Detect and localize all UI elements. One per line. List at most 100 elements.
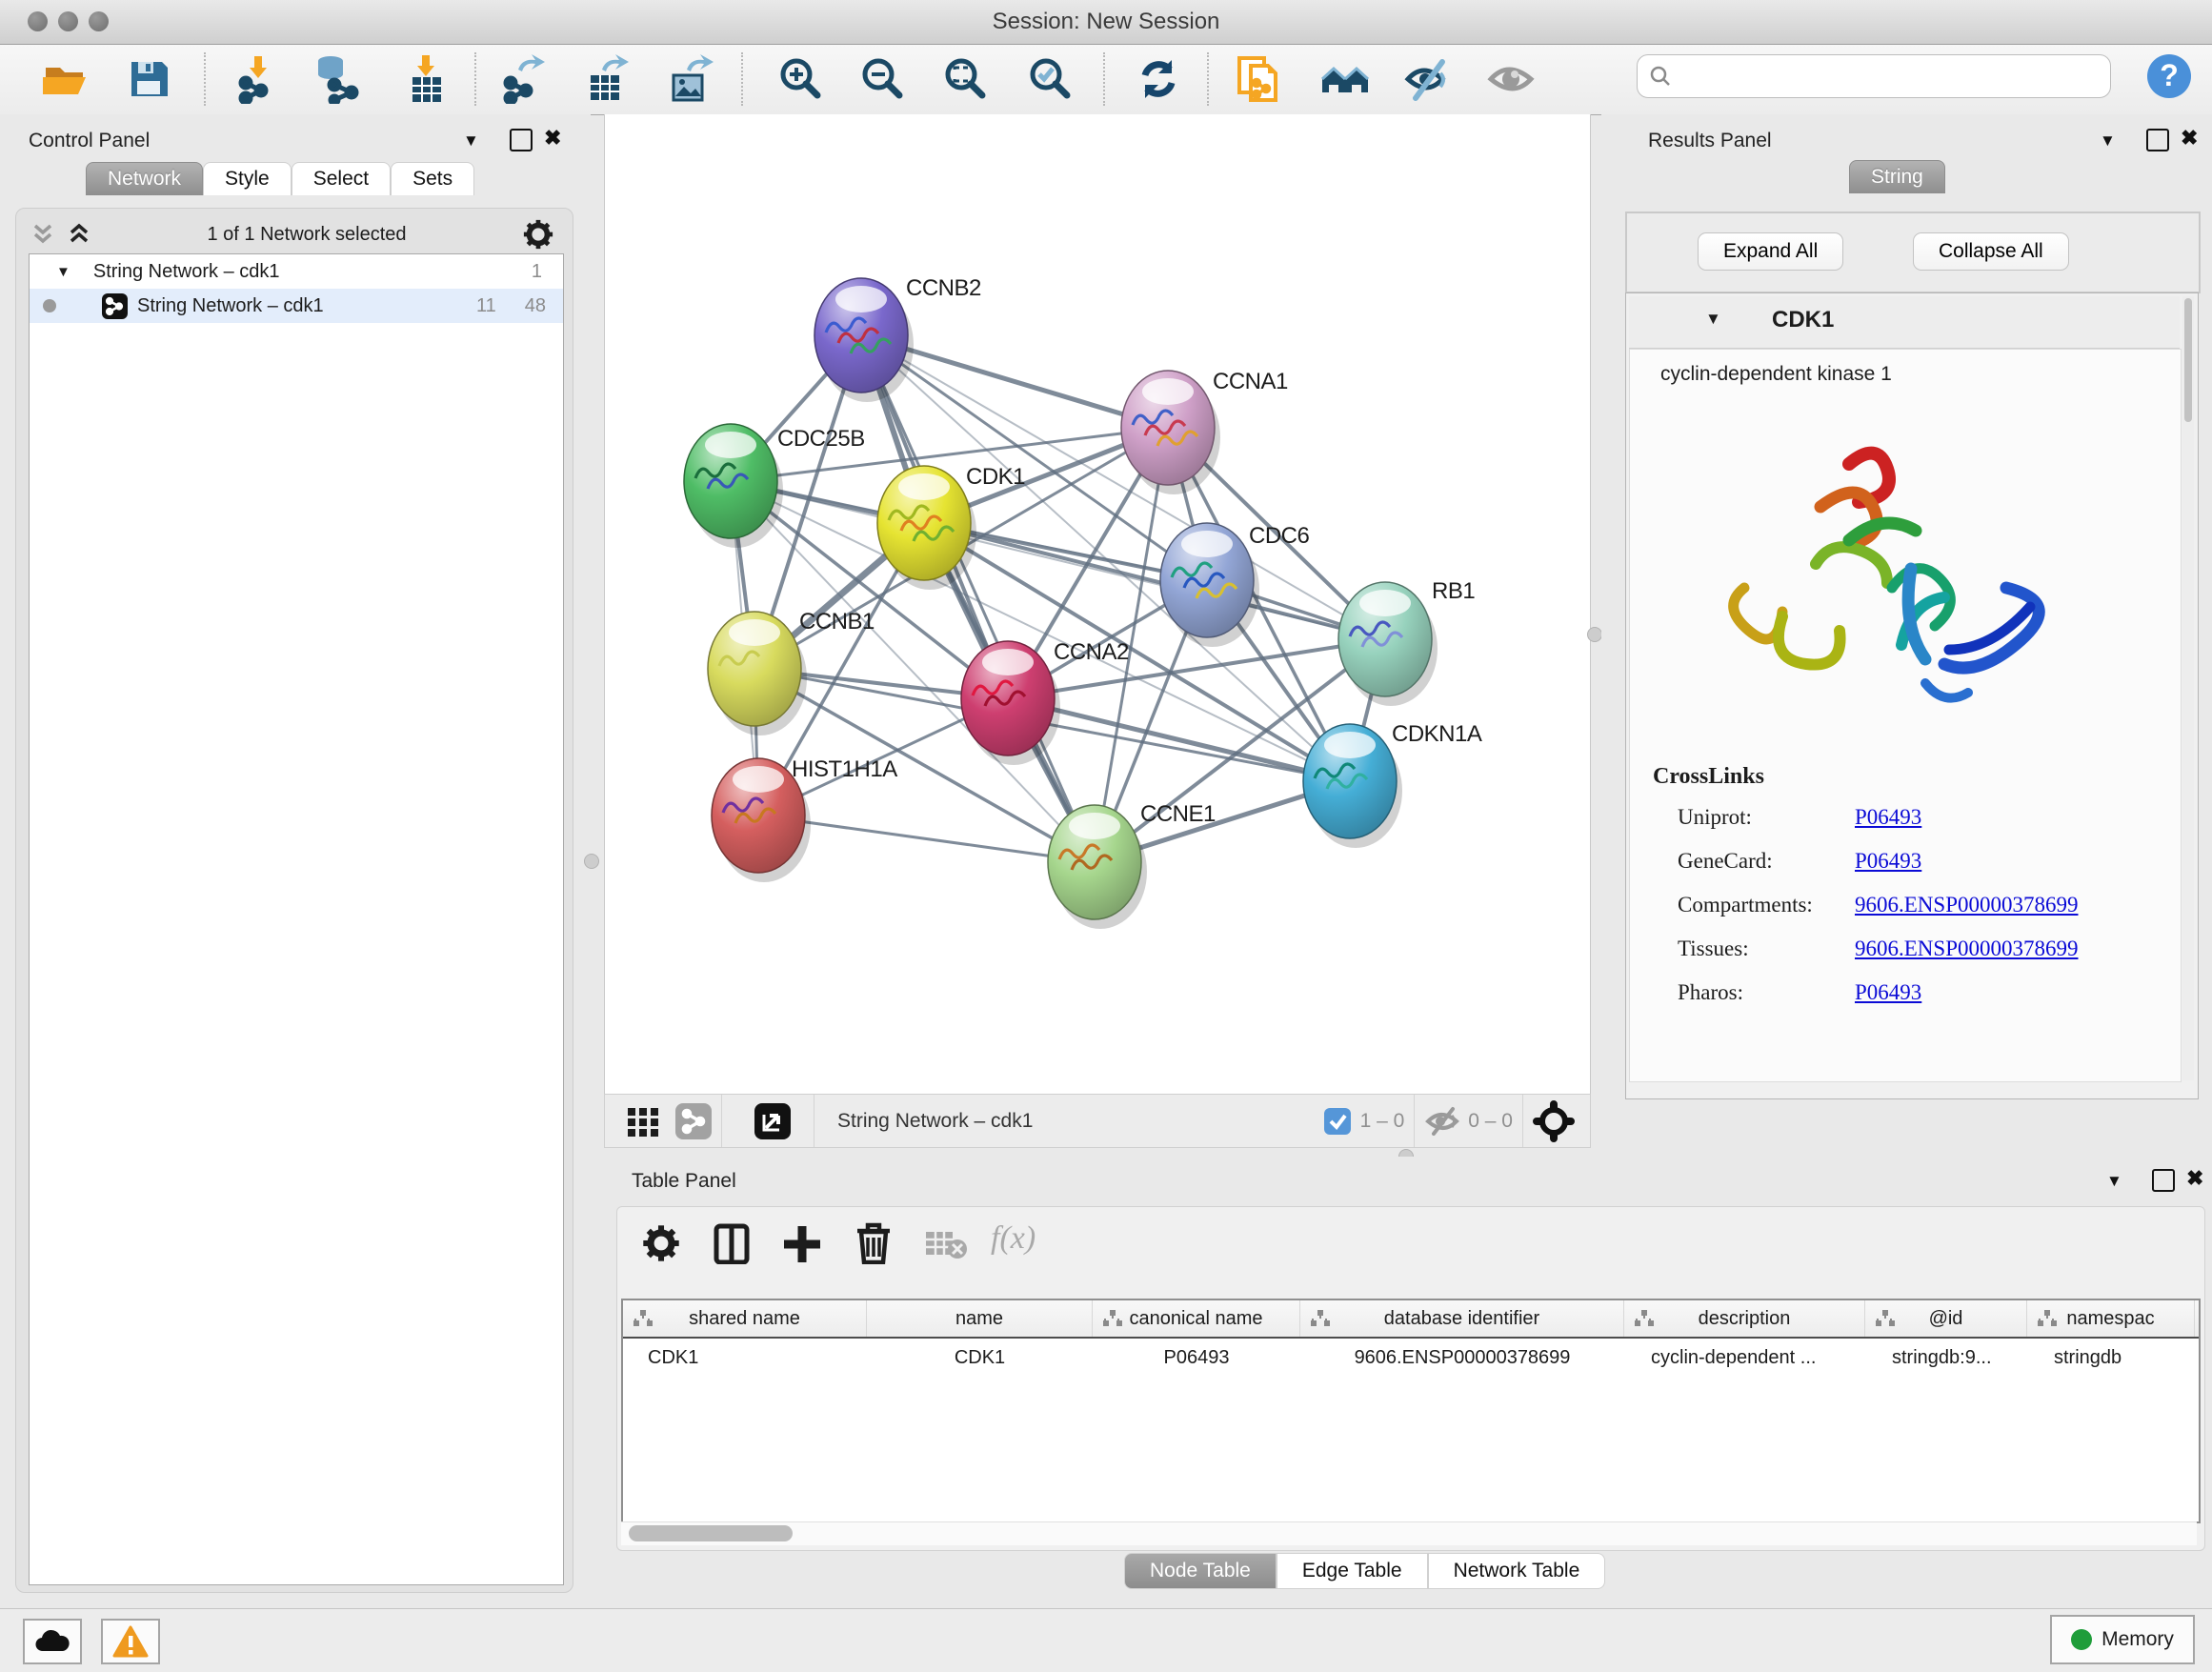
add-column-icon[interactable]: [781, 1222, 823, 1264]
crosslink-link[interactable]: P06493: [1855, 849, 1921, 874]
zoom-out-icon[interactable]: [858, 54, 908, 104]
network-share-view-icon[interactable]: [675, 1103, 712, 1139]
column-header-canonical-name[interactable]: canonical name: [1093, 1300, 1300, 1337]
node-table[interactable]: shared namenamecanonical namedatabase id…: [621, 1299, 2201, 1523]
open-in-browser-icon[interactable]: [754, 1103, 791, 1139]
tab-sets[interactable]: Sets: [391, 162, 474, 195]
help-button[interactable]: ?: [2145, 52, 2193, 100]
export-network-icon[interactable]: [501, 54, 551, 104]
node-HIST1H1A[interactable]: HIST1H1A: [712, 756, 897, 882]
node-CDC25B[interactable]: CDC25B: [684, 424, 865, 548]
edge-CCNB2-CCNE1[interactable]: [861, 335, 1095, 862]
results-scrollbar[interactable]: [2182, 296, 2194, 1080]
network-options-gear-icon[interactable]: [522, 218, 554, 251]
zoom-selected-icon[interactable]: [1026, 54, 1076, 104]
fit-selected-crosshair-icon[interactable]: [1533, 1100, 1575, 1142]
tab-style[interactable]: Style: [203, 162, 292, 195]
zoom-fit-icon[interactable]: [941, 54, 991, 104]
crosslink-link[interactable]: 9606.ENSP00000378699: [1855, 893, 2079, 917]
node-label-CCNB2: CCNB2: [906, 275, 981, 301]
control-panel-collapse-icon[interactable]: ▼: [463, 131, 479, 151]
control-panel-float-icon[interactable]: [510, 129, 533, 151]
table-gear-icon[interactable]: [640, 1222, 682, 1264]
collapse-all-button[interactable]: Collapse All: [1913, 232, 2069, 271]
select-columns-icon[interactable]: [711, 1222, 753, 1264]
node-RB1[interactable]: RB1: [1338, 578, 1475, 706]
column-header-database-identifier[interactable]: database identifier: [1300, 1300, 1624, 1337]
crosslink-link[interactable]: 9606.ENSP00000378699: [1855, 937, 2079, 961]
results-panel-collapse-icon[interactable]: ▼: [2100, 131, 2116, 151]
hidden-eye-icon[interactable]: [1424, 1106, 1460, 1137]
left-splitter-handle[interactable]: [584, 854, 599, 869]
network-tree-root-row[interactable]: ▼ String Network – cdk1 1: [30, 254, 563, 289]
results-panel-close-icon[interactable]: ✖: [2181, 129, 2198, 148]
hide-selected-icon[interactable]: [1404, 54, 1454, 104]
save-session-icon[interactable]: [125, 54, 174, 104]
node-CDKN1A[interactable]: CDKN1A: [1303, 721, 1482, 848]
tab-network-table[interactable]: Network Table: [1428, 1553, 1606, 1589]
birdseye-view-icon[interactable]: [626, 1104, 660, 1138]
node-CCNB2[interactable]: CCNB2: [814, 275, 981, 402]
crosslink-link[interactable]: P06493: [1855, 805, 1921, 830]
expand-all-button[interactable]: Expand All: [1698, 232, 1843, 271]
network-tree-child-row[interactable]: String Network – cdk1 11 48: [30, 289, 563, 323]
column-header-description[interactable]: description: [1624, 1300, 1865, 1337]
toolbar-separator: [204, 52, 206, 106]
show-all-icon[interactable]: [1487, 54, 1537, 104]
column-header--id[interactable]: @id: [1865, 1300, 2027, 1337]
tab-network[interactable]: Network: [86, 162, 203, 195]
cloud-button[interactable]: [23, 1619, 82, 1664]
open-session-icon[interactable]: [40, 54, 90, 104]
export-table-icon[interactable]: [583, 54, 633, 104]
table-scrollbar-thumb[interactable]: [629, 1525, 793, 1541]
node-label-CCNA2: CCNA2: [1054, 639, 1129, 665]
warning-button[interactable]: [101, 1619, 160, 1664]
table-panel-close-icon[interactable]: ✖: [2186, 1169, 2203, 1188]
delete-column-icon[interactable]: [852, 1220, 894, 1264]
node-CCNA1[interactable]: CCNA1: [1121, 369, 1288, 494]
import-network-database-icon[interactable]: [313, 54, 363, 104]
search-field[interactable]: [1637, 54, 2111, 98]
network-view-title: String Network – cdk1: [837, 1110, 1033, 1133]
entry-collapse-icon[interactable]: ▼: [1705, 310, 1721, 329]
export-image-icon[interactable]: [666, 54, 715, 104]
column-header-shared-name[interactable]: shared name: [623, 1300, 867, 1337]
collapse-all-icon[interactable]: [30, 222, 55, 247]
selected-checkbox-icon[interactable]: [1324, 1108, 1351, 1135]
zoom-in-icon[interactable]: [776, 54, 826, 104]
refresh-icon[interactable]: [1134, 54, 1183, 104]
entry-header[interactable]: ▼ CDK1: [1629, 296, 2180, 349]
memory-button[interactable]: Memory: [2050, 1615, 2195, 1664]
network-canvas[interactable]: CCNB2CCNA1CDC25BCDK1CDC6RB1CCNB1CCNA2CDK…: [604, 114, 1591, 1094]
tree-column-icon: [633, 1309, 654, 1328]
table-panel-collapse-icon[interactable]: ▼: [2106, 1172, 2122, 1191]
string-import-icon[interactable]: [1236, 54, 1285, 104]
column-header-name[interactable]: name: [867, 1300, 1093, 1337]
table-horizontal-scrollbar[interactable]: [621, 1521, 2197, 1545]
node-CCNB1[interactable]: CCNB1: [708, 609, 875, 735]
node-label-CCNB1: CCNB1: [799, 609, 875, 635]
crosslink-link[interactable]: P06493: [1855, 980, 1921, 1005]
tab-node-table[interactable]: Node Table: [1124, 1553, 1277, 1589]
tree-expand-icon[interactable]: ▼: [56, 264, 70, 280]
right-splitter-handle[interactable]: [1587, 627, 1602, 642]
toolbar-separator: [741, 52, 743, 106]
import-network-file-icon[interactable]: [234, 54, 284, 104]
tab-edge-table[interactable]: Edge Table: [1277, 1553, 1428, 1589]
tab-string[interactable]: String: [1849, 160, 1945, 193]
first-neighbors-icon[interactable]: [1320, 54, 1370, 104]
node-CCNA2[interactable]: CCNA2: [961, 639, 1129, 765]
table-panel-float-icon[interactable]: [2152, 1169, 2175, 1192]
expand-all-icon[interactable]: [67, 222, 91, 247]
column-header-namespac[interactable]: namespac: [2027, 1300, 2195, 1337]
table-row[interactable]: CDK1CDK1P064939606.ENSP00000378699cyclin…: [623, 1339, 2199, 1377]
control-panel-close-icon[interactable]: ✖: [544, 129, 561, 148]
svg-text:?: ?: [2160, 58, 2179, 92]
node-CCNE1[interactable]: CCNE1: [1048, 801, 1216, 929]
results-panel-float-icon[interactable]: [2146, 129, 2169, 151]
node-CDC6[interactable]: CDC6: [1160, 523, 1309, 647]
edge-count: 48: [525, 295, 546, 317]
import-table-file-icon[interactable]: [401, 54, 451, 104]
search-input[interactable]: [1679, 65, 2110, 89]
tab-select[interactable]: Select: [292, 162, 391, 195]
